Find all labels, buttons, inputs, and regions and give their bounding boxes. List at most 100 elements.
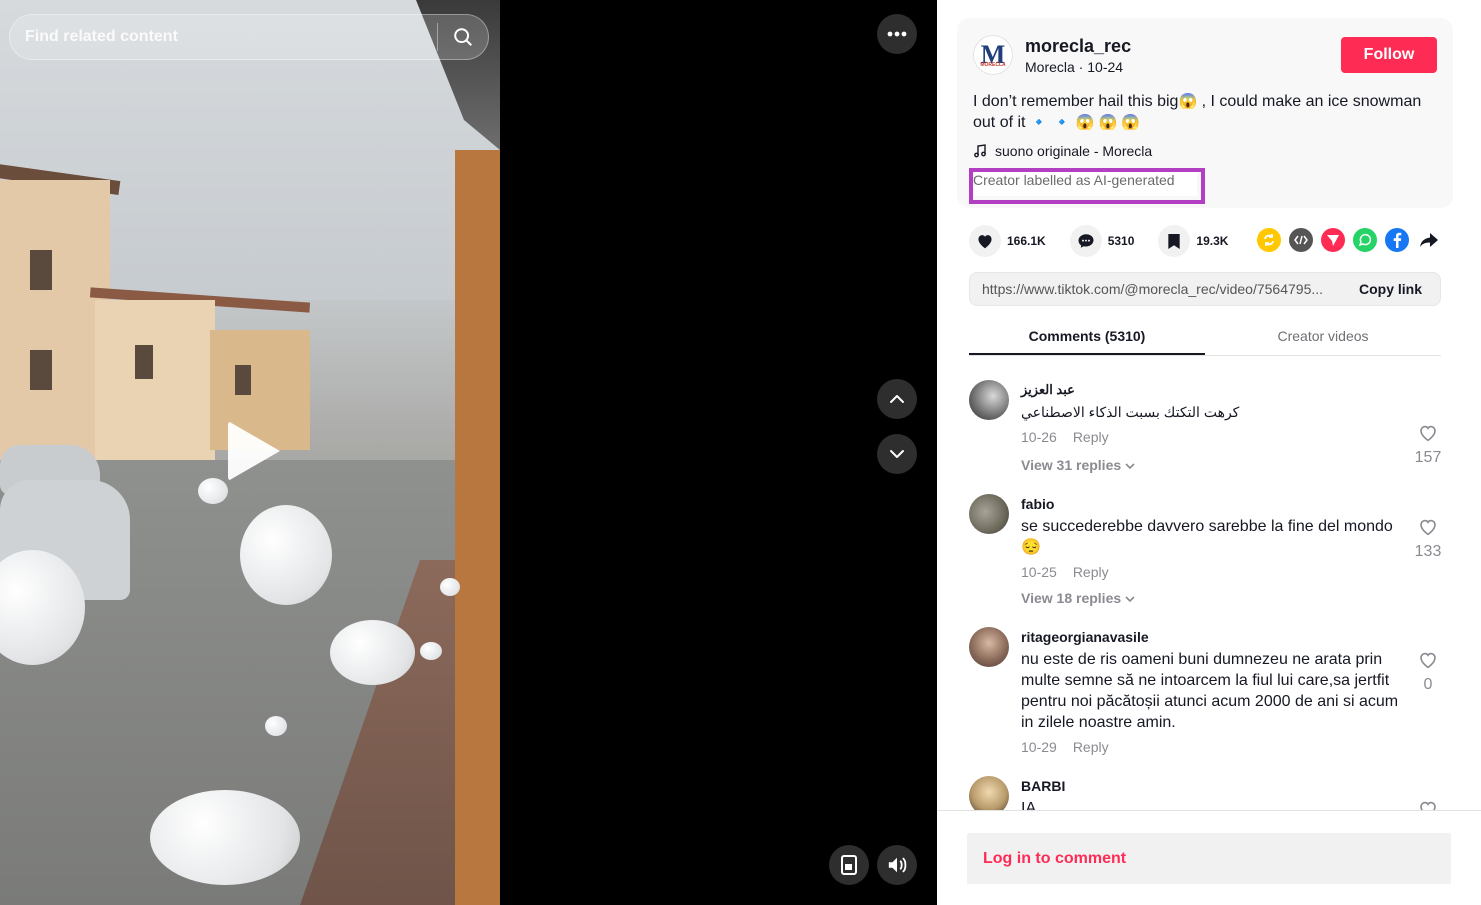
video-window — [30, 350, 52, 390]
author-subline: Morecla · 10-24 — [1025, 59, 1124, 75]
commenter-name[interactable]: BARBI — [1021, 778, 1065, 794]
video-frame[interactable] — [0, 0, 500, 905]
view-replies-button[interactable]: View 31 replies — [1021, 457, 1135, 473]
facebook-button[interactable] — [1385, 228, 1409, 252]
hailstone — [440, 578, 460, 596]
more-options-button[interactable] — [877, 14, 917, 54]
search-input[interactable] — [10, 15, 437, 59]
share-link-text[interactable]: https://www.tiktok.com/@morecla_rec/vide… — [970, 281, 1341, 297]
comment-item: ritageorgianavasile nu este de ris oamen… — [969, 627, 1449, 757]
commenter-name[interactable]: fabio — [1021, 496, 1054, 512]
comment-meta: 10-25 Reply — [1021, 564, 1109, 580]
whatsapp-button[interactable] — [1353, 228, 1377, 252]
comment-button[interactable]: 5310 — [1069, 225, 1135, 257]
heart-outline-icon — [1420, 519, 1436, 536]
engagement-stats: 166.1K 5310 19.3K — [969, 225, 1252, 257]
details-panel: M MORECLA morecla_rec Morecla · 10-24 Fo… — [937, 0, 1481, 905]
follow-button[interactable]: Follow — [1341, 37, 1437, 73]
like-count: 166.1K — [1007, 234, 1046, 248]
comment-like-count: 157 — [1414, 449, 1442, 466]
comment-like-button[interactable] — [1413, 800, 1443, 810]
hailstone — [240, 505, 332, 605]
view-replies-button[interactable]: View 18 replies — [1021, 590, 1135, 606]
previous-video-button[interactable] — [877, 379, 917, 419]
send-icon — [1327, 235, 1339, 246]
embed-button[interactable] — [1289, 228, 1313, 252]
reply-button[interactable]: Reply — [1073, 429, 1109, 445]
search-button[interactable] — [438, 14, 488, 60]
comment-meta: 10-26 Reply — [1021, 429, 1109, 445]
comment-like-count: 133 — [1414, 543, 1442, 560]
comment-like-button[interactable]: 157 — [1413, 424, 1443, 467]
comment-meta: 10-29 Reply — [1021, 739, 1109, 755]
view-replies-label: View 18 replies — [1021, 590, 1122, 606]
chevron-down-icon — [890, 450, 904, 458]
video-window — [235, 365, 251, 395]
comment-date: 10-29 — [1021, 739, 1057, 755]
commenter-avatar[interactable] — [969, 494, 1009, 534]
comment-count: 5310 — [1107, 234, 1135, 248]
heart-outline-icon — [1420, 801, 1436, 810]
chevron-up-icon — [890, 395, 904, 403]
reply-button[interactable]: Reply — [1073, 564, 1109, 580]
comment-date: 10-25 — [1021, 564, 1057, 580]
ai-generated-label: Creator labelled as AI-generated — [973, 172, 1175, 188]
chevron-down-icon — [1125, 596, 1135, 603]
favorite-button[interactable]: 19.3K — [1158, 225, 1228, 257]
comment-like-button[interactable]: 0 — [1413, 651, 1443, 694]
play-icon[interactable] — [228, 421, 280, 481]
heart-outline-icon — [1420, 425, 1436, 442]
chevron-down-icon — [1125, 463, 1135, 470]
next-video-button[interactable] — [877, 434, 917, 474]
search-bar — [9, 14, 489, 60]
comment-input-bar: Log in to comment — [937, 810, 1481, 905]
music-link[interactable]: suono originale - Morecla — [973, 143, 1152, 159]
repost-button[interactable] — [1257, 228, 1281, 252]
save-count: 19.3K — [1196, 234, 1229, 248]
comment-item: عبد العزيز كرهت التكتك بسبت الذكاء الاصط… — [969, 380, 1449, 480]
commenter-avatar[interactable] — [969, 776, 1009, 810]
comment-item: fabio se succederebbe davvero sarebbe la… — [969, 494, 1449, 606]
mini-player-icon — [841, 855, 857, 875]
caption-emojis: 🔹 🔹 😱 😱 😱 — [1029, 114, 1140, 131]
comment-text: se succederebbe davvero sarebbe la fine … — [1021, 518, 1393, 556]
video-wall — [455, 150, 500, 905]
video-window — [30, 250, 52, 290]
more-icon — [887, 31, 907, 37]
commenter-avatar[interactable] — [969, 627, 1009, 667]
commenter-name[interactable]: عبد العزيز — [1021, 382, 1075, 398]
share-icons — [1257, 228, 1441, 252]
commenter-name[interactable]: ritageorgianavasile — [1021, 629, 1149, 645]
more-share-button[interactable] — [1417, 228, 1441, 252]
tab-comments[interactable]: Comments (5310) — [969, 318, 1205, 355]
like-button[interactable]: 166.1K — [969, 225, 1046, 257]
login-to-comment-button[interactable]: Log in to comment — [967, 833, 1451, 884]
comment-list: عبد العزيز كرهت التكتك بسبت الذكاء الاصط… — [937, 360, 1481, 810]
comment-tabs: Comments (5310) Creator videos — [969, 318, 1441, 356]
heart-outline-icon — [1420, 652, 1436, 669]
share-arrow-icon — [1420, 233, 1438, 247]
avatar[interactable]: M MORECLA — [973, 35, 1013, 75]
hailstone — [265, 716, 287, 736]
whatsapp-icon — [1358, 233, 1372, 247]
comment-like-button[interactable]: 133 — [1413, 518, 1443, 561]
repost-icon — [1264, 234, 1274, 246]
post-info-card: M MORECLA morecla_rec Morecla · 10-24 Fo… — [957, 18, 1453, 208]
code-icon — [1294, 235, 1308, 245]
reply-button[interactable]: Reply — [1073, 739, 1109, 755]
video-player[interactable] — [0, 0, 937, 905]
share-link-box: https://www.tiktok.com/@morecla_rec/vide… — [969, 272, 1441, 306]
commenter-avatar[interactable] — [969, 380, 1009, 420]
volume-icon — [888, 857, 907, 873]
display-name: Morecla — [1025, 59, 1075, 75]
heart-icon — [978, 235, 992, 249]
tab-creator-videos[interactable]: Creator videos — [1205, 318, 1441, 355]
avatar-logo-text: MORECLA — [980, 62, 1006, 68]
comment-like-count: 0 — [1423, 676, 1433, 693]
volume-button[interactable] — [877, 845, 917, 885]
send-button[interactable] — [1321, 228, 1345, 252]
username[interactable]: morecla_rec — [1025, 36, 1131, 57]
floating-player-button[interactable] — [829, 845, 869, 885]
copy-link-button[interactable]: Copy link — [1341, 281, 1440, 297]
hailstone — [330, 620, 415, 685]
